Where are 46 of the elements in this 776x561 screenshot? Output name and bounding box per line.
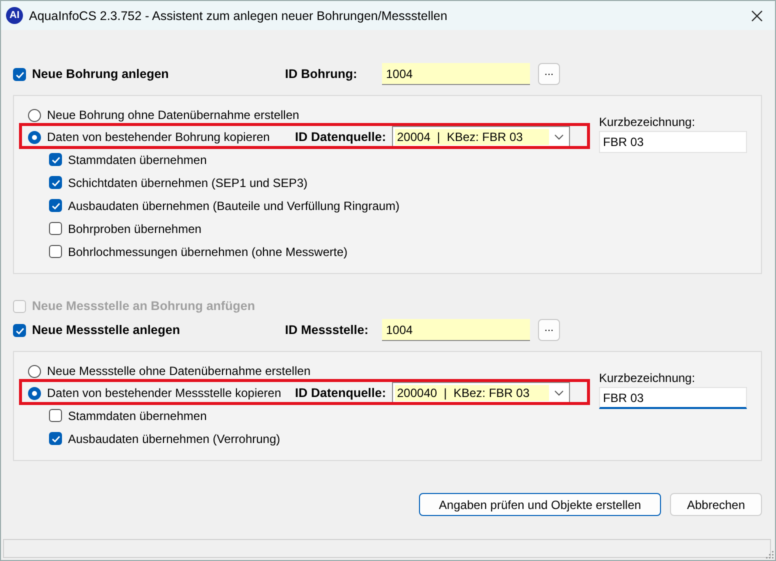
- radio-button[interactable]: [28, 108, 41, 122]
- checkbox-label: Schichtdaten übernehmen (SEP1 und SEP3): [68, 176, 308, 190]
- dialog-button[interactable]: Angaben prüfen und Objekte erstellen: [419, 493, 661, 516]
- checkbox[interactable]: [49, 432, 62, 445]
- checkbox-label: Stammdaten übernehmen: [68, 152, 207, 166]
- field-label: Kurzbezeichnung:: [599, 115, 696, 129]
- checkbox[interactable]: [49, 245, 62, 258]
- checkbox[interactable]: [49, 222, 62, 235]
- source-dropdown[interactable]: 200040 | KBez: FBR 03: [392, 382, 570, 404]
- field-label: ID Bohrung:: [285, 67, 358, 81]
- short-name-field[interactable]: FBR 03: [599, 387, 747, 409]
- id-field[interactable]: 1004: [382, 63, 530, 85]
- checkbox-label: Stammdaten übernehmen: [68, 408, 207, 422]
- browse-button[interactable]: ...: [538, 63, 560, 85]
- checkbox[interactable]: [13, 68, 26, 80]
- radio-label: Neue Bohrung ohne Datenübernahme erstellen: [47, 108, 300, 122]
- radio-label: Daten von bestehender Messstelle kopieren: [47, 386, 282, 400]
- checkbox[interactable]: [13, 324, 26, 336]
- checkbox-label: Neue Bohrung anlegen: [32, 67, 170, 81]
- app-logo: AI: [6, 7, 23, 24]
- id-field[interactable]: 1004: [382, 319, 530, 341]
- dialog-button[interactable]: Abbrechen: [670, 493, 762, 516]
- field-label: Kurzbezeichnung:: [599, 371, 696, 385]
- window-title: AquaInfoCS 2.3.752 - Assistent zum anlegen neuer Bohrungen/Messstellen: [29, 8, 448, 22]
- field-label: ID Messstelle:: [285, 323, 370, 337]
- radio-button[interactable]: [28, 130, 41, 144]
- checkbox-label: Neue Messstelle anlegen: [32, 323, 181, 337]
- checkbox[interactable]: [49, 199, 62, 212]
- checkbox-label: Bohrlochmessungen übernehmen (ohne Messwerte): [68, 244, 348, 258]
- checkbox[interactable]: [49, 153, 62, 166]
- radio-label: Daten von bestehender Bohrung kopieren: [47, 130, 271, 144]
- source-dropdown[interactable]: 20004 | KBez: FBR 03: [392, 126, 570, 148]
- field-label: ID Datenquelle:: [295, 386, 387, 400]
- short-name-field[interactable]: FBR 03: [599, 131, 747, 153]
- radio-label: Neue Messstelle ohne Datenübernahme erstellen: [47, 364, 310, 378]
- radio-button[interactable]: [28, 364, 41, 378]
- checkbox-label: Bohrproben übernehmen: [68, 222, 202, 236]
- radio-button[interactable]: [28, 386, 41, 400]
- checkbox-label: Neue Messstelle an Bohrung anfügen: [32, 299, 255, 313]
- field-label: ID Datenquelle:: [295, 130, 387, 144]
- checkbox-label: Ausbaudaten übernehmen (Verrohrung): [68, 432, 280, 446]
- resize-grip-icon[interactable]: [764, 549, 774, 559]
- checkbox-label: Ausbaudaten übernehmen (Bauteile und Verfüllung Ringraum): [68, 198, 400, 212]
- checkbox[interactable]: [49, 176, 62, 189]
- checkbox[interactable]: [49, 409, 62, 422]
- browse-button[interactable]: ...: [538, 319, 560, 341]
